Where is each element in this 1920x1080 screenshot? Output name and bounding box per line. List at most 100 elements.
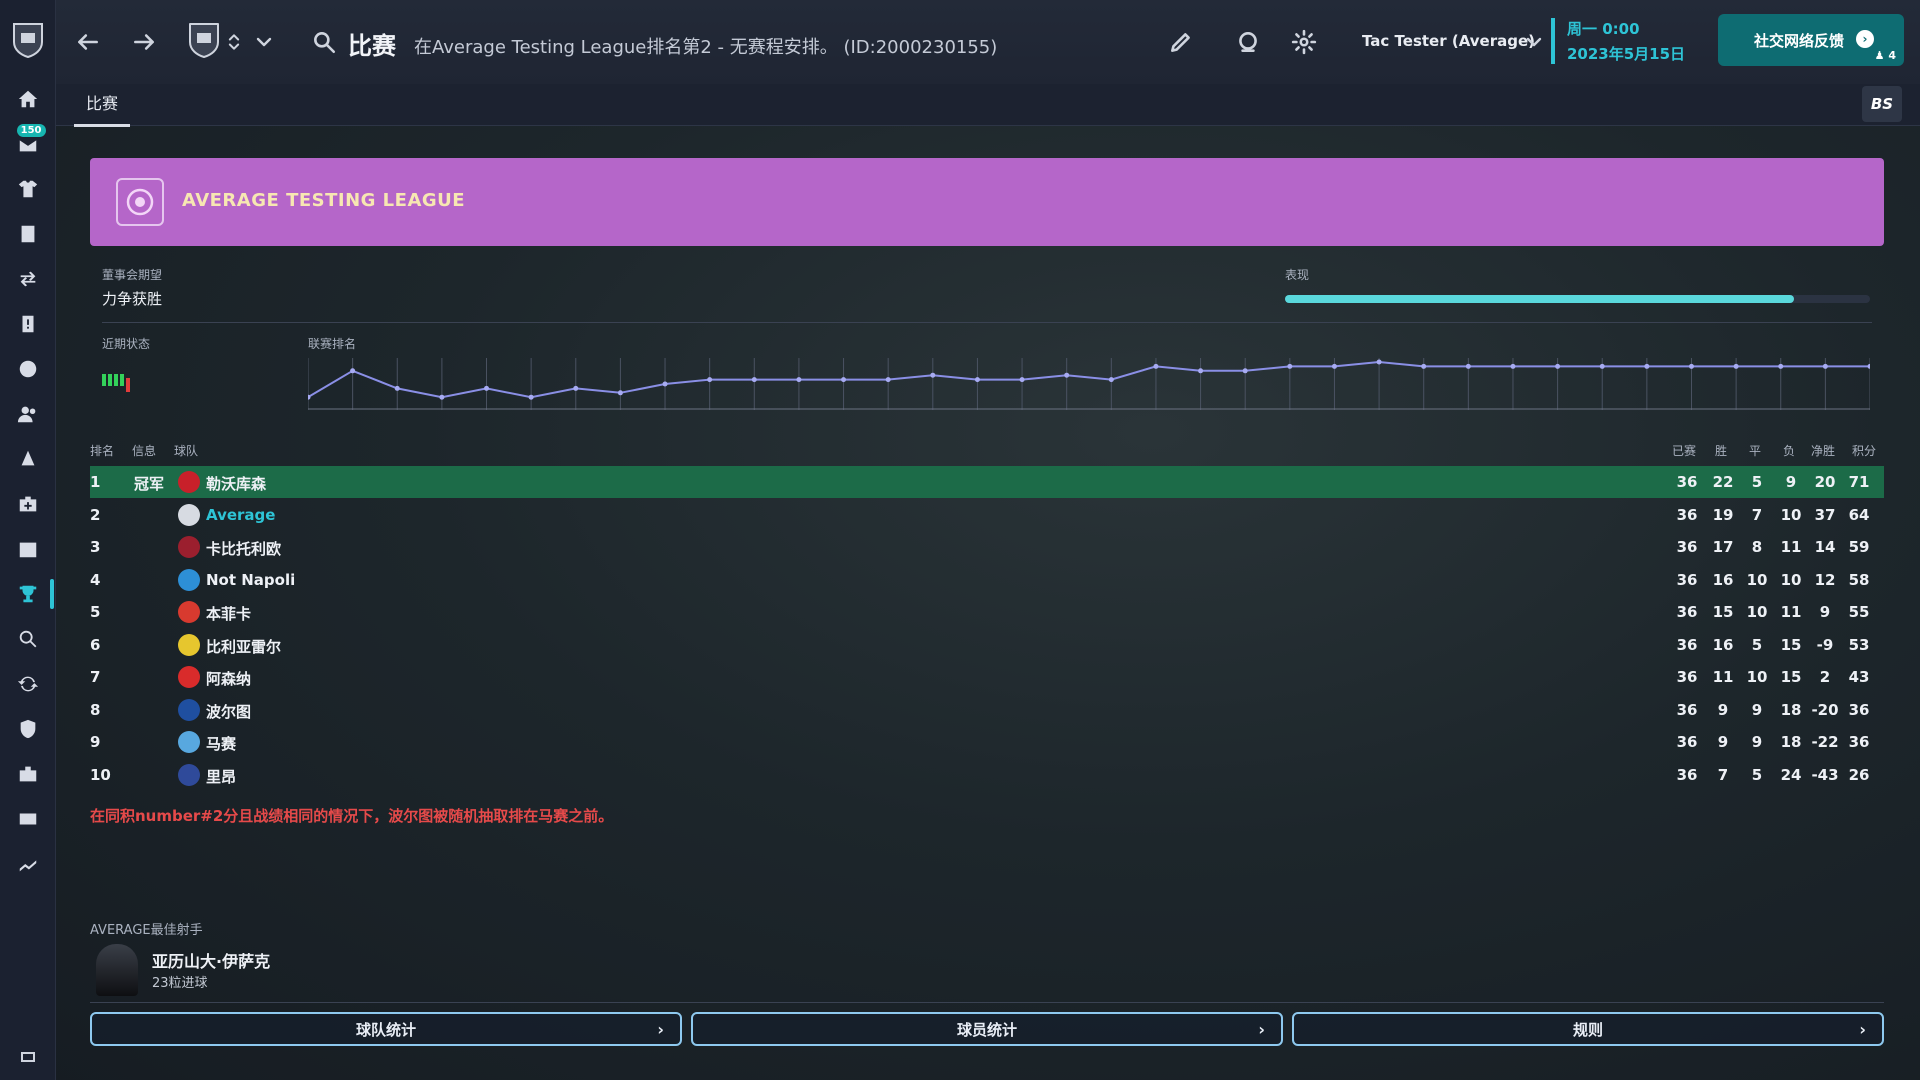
chart-point bbox=[751, 377, 757, 383]
search-icon[interactable] bbox=[306, 24, 342, 60]
header-team[interactable]: 球队 bbox=[174, 442, 198, 459]
search-icon[interactable] bbox=[0, 616, 56, 661]
row-team[interactable]: 马赛 bbox=[206, 733, 236, 754]
row-w: 15 bbox=[1712, 603, 1734, 621]
row-team[interactable]: Not Napoli bbox=[206, 571, 295, 589]
header-info[interactable]: 信息 bbox=[132, 442, 156, 459]
row-gd: -22 bbox=[1811, 733, 1839, 751]
table-row[interactable]: 1 冠军 勒沃库森 36 22 5 9 20 71 bbox=[90, 466, 1884, 498]
top-scorer-name[interactable]: 亚历山大·伊萨克 bbox=[152, 948, 270, 972]
row-team[interactable]: 波尔图 bbox=[206, 701, 251, 722]
shield-icon[interactable] bbox=[0, 706, 56, 751]
row-team[interactable]: Average bbox=[206, 506, 275, 524]
tab-competitions[interactable]: 比赛 bbox=[74, 90, 131, 127]
medical-icon[interactable] bbox=[0, 481, 56, 526]
header-lost[interactable]: 负 bbox=[1783, 442, 1795, 459]
chart-series-line bbox=[308, 360, 1870, 399]
chevron-right-icon: › bbox=[657, 1020, 664, 1039]
avatar[interactable] bbox=[96, 944, 138, 996]
top-scorer-goals: 23粒进球 bbox=[152, 976, 208, 991]
calendar-icon[interactable] bbox=[0, 526, 56, 571]
briefcase-icon[interactable] bbox=[0, 751, 56, 796]
manager-name[interactable]: Tac Tester (Average) bbox=[1362, 32, 1535, 50]
header-drawn[interactable]: 平 bbox=[1749, 442, 1761, 459]
table-row[interactable]: 8 波尔图 36 9 9 18 -20 36 bbox=[90, 694, 1884, 726]
row-position: 9 bbox=[90, 733, 101, 751]
team-crest-icon bbox=[178, 601, 200, 623]
game-date[interactable]: 周一 0:00 2023年5月15日 bbox=[1551, 18, 1685, 64]
table-row[interactable]: 2 Average 36 19 7 10 37 64 bbox=[90, 499, 1884, 531]
globe-icon[interactable] bbox=[1230, 24, 1266, 60]
header-pos[interactable]: 排名 bbox=[90, 442, 114, 459]
player-stats-button[interactable]: 球员统计 › bbox=[691, 1012, 1283, 1046]
chart-point bbox=[1867, 363, 1870, 369]
row-w: 9 bbox=[1717, 700, 1729, 719]
table-row[interactable]: 9 马赛 36 9 9 18 -22 36 bbox=[90, 726, 1884, 758]
row-d: 8 bbox=[1751, 538, 1763, 556]
tactics-icon[interactable] bbox=[0, 211, 56, 256]
chart-point bbox=[1064, 372, 1070, 378]
row-pts: 26 bbox=[1848, 765, 1870, 784]
table-header: 排名 信息 球队 已赛 胜 平 负 净胜 积分 bbox=[90, 442, 1884, 460]
game-date-day: 2023年5月15日 bbox=[1567, 45, 1686, 63]
staff-icon[interactable] bbox=[0, 391, 56, 436]
minimize-icon[interactable] bbox=[0, 1052, 56, 1062]
row-team[interactable]: 卡比托利欧 bbox=[206, 538, 281, 559]
header-gd[interactable]: 净胜 bbox=[1811, 442, 1835, 459]
social-feedback-button[interactable]: 社交网络反馈 › ♟ 4 bbox=[1718, 14, 1904, 66]
bs-button[interactable]: BS bbox=[1862, 86, 1902, 122]
refresh-icon[interactable] bbox=[0, 661, 56, 706]
table-row[interactable]: 10 里昂 36 7 5 24 -43 26 bbox=[90, 759, 1884, 791]
finance-icon[interactable] bbox=[0, 796, 56, 841]
row-team[interactable]: 勒沃库森 bbox=[206, 473, 266, 494]
row-position: 10 bbox=[90, 765, 111, 784]
top-bar: 比赛 在Average Testing League排名第2 - 无赛程安排。 … bbox=[56, 0, 1920, 84]
updown-icon[interactable] bbox=[224, 24, 244, 60]
table-row[interactable]: 3 卡比托利欧 36 17 8 11 14 59 bbox=[90, 531, 1884, 563]
table-row[interactable]: 7 阿森纳 36 11 10 15 2 43 bbox=[90, 661, 1884, 693]
row-p: 36 bbox=[1676, 765, 1698, 784]
row-team[interactable]: 阿森纳 bbox=[206, 668, 251, 689]
row-pts: 55 bbox=[1848, 603, 1870, 621]
team-crest-icon bbox=[178, 536, 200, 558]
row-position: 1 bbox=[90, 473, 101, 491]
transfers-icon[interactable] bbox=[0, 256, 56, 301]
header-won[interactable]: 胜 bbox=[1715, 442, 1727, 459]
reports-icon[interactable] bbox=[0, 301, 56, 346]
training-icon[interactable] bbox=[0, 346, 56, 391]
gear-icon[interactable] bbox=[1286, 24, 1322, 60]
row-gd: -20 bbox=[1811, 700, 1839, 719]
chart-point bbox=[662, 381, 668, 387]
form-win bbox=[120, 374, 124, 386]
scouting-icon[interactable] bbox=[0, 436, 56, 481]
rules-label: 规则 bbox=[1572, 1020, 1603, 1039]
stats-trend-icon[interactable] bbox=[0, 841, 56, 886]
row-l: 11 bbox=[1780, 538, 1802, 556]
chevron-down-icon[interactable] bbox=[252, 24, 276, 60]
performance-bar-fill bbox=[1285, 295, 1794, 303]
header-played[interactable]: 已赛 bbox=[1672, 442, 1696, 459]
team-stats-button[interactable]: 球队统计 › bbox=[90, 1012, 682, 1046]
table-row[interactable]: 6 比利亚雷尔 36 16 5 15 -9 53 bbox=[90, 629, 1884, 661]
row-team[interactable]: 本菲卡 bbox=[206, 603, 251, 624]
chevron-down-icon[interactable] bbox=[1522, 24, 1546, 60]
table-row[interactable]: 5 本菲卡 36 15 10 11 9 55 bbox=[90, 596, 1884, 628]
row-d: 9 bbox=[1751, 733, 1763, 751]
inbox-icon[interactable]: 150 bbox=[0, 121, 56, 166]
row-pts: 36 bbox=[1848, 700, 1870, 719]
squad-icon[interactable] bbox=[0, 166, 56, 211]
row-gd: -9 bbox=[1816, 635, 1834, 654]
row-gd: -43 bbox=[1811, 765, 1839, 784]
row-team[interactable]: 里昂 bbox=[206, 766, 236, 787]
club-badge-icon[interactable] bbox=[182, 18, 226, 62]
header-pts[interactable]: 积分 bbox=[1852, 442, 1876, 459]
club-crest-icon[interactable] bbox=[8, 18, 48, 62]
pencil-icon[interactable] bbox=[1168, 24, 1194, 60]
home-icon[interactable] bbox=[0, 76, 56, 121]
trophy-icon[interactable] bbox=[0, 571, 56, 616]
row-team[interactable]: 比利亚雷尔 bbox=[206, 636, 281, 657]
table-row[interactable]: 4 Not Napoli 36 16 10 10 12 58 bbox=[90, 564, 1884, 596]
back-arrow-icon[interactable] bbox=[70, 24, 106, 60]
forward-arrow-icon[interactable] bbox=[126, 24, 162, 60]
rules-button[interactable]: 规则 › bbox=[1292, 1012, 1884, 1046]
